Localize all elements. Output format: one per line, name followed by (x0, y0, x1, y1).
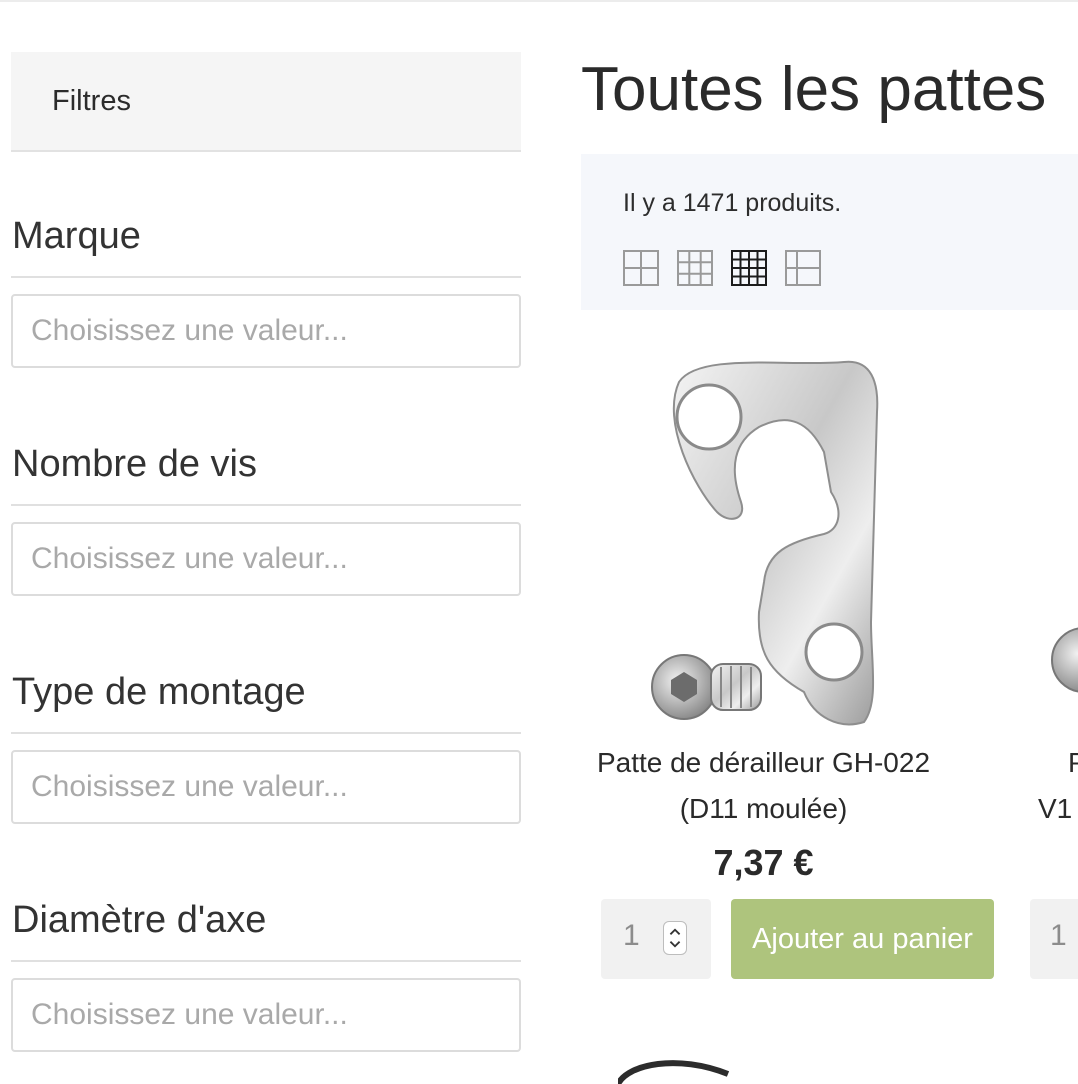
derailleur-hanger-image[interactable] (639, 342, 899, 732)
facet-diametre-axe: Diamètre d'axe Choisissez une valeur... (11, 898, 521, 1052)
products-toolbar: Il y a 1471 produits. (581, 154, 1078, 310)
type-de-montage-select[interactable]: Choisissez une valeur... (11, 750, 521, 824)
facet-title: Marque (11, 214, 521, 278)
product-price: 7,37 € (713, 842, 814, 883)
product-count: Il y a 1471 produits. (623, 189, 842, 217)
product-card: Patte de dérailleur GH-022 (D11 moulée) … (581, 330, 994, 990)
quantity-stepper[interactable]: 1 (601, 899, 711, 979)
quantity-stepper[interactable]: 1 (1030, 899, 1078, 979)
quantity-value[interactable]: 1 (623, 919, 640, 953)
list-icon[interactable] (785, 250, 821, 286)
spinner-arrows-icon[interactable] (663, 921, 687, 955)
page-title: Toutes les pattes (581, 55, 1047, 124)
filters-header: Filtres (11, 52, 521, 152)
facet-title: Type de montage (11, 670, 521, 734)
top-divider (0, 0, 1078, 2)
facet-marque: Marque Choisissez une valeur... (11, 214, 521, 368)
product-image[interactable] (1042, 620, 1078, 700)
facet-type-de-montage: Type de montage Choisissez une valeur... (11, 670, 521, 824)
product-card: P V1 1 (1010, 330, 1078, 990)
nombre-de-vis-select[interactable]: Choisissez une valeur... (11, 522, 521, 596)
diametre-axe-select[interactable]: Choisissez une valeur... (11, 978, 521, 1052)
facet-title: Nombre de vis (11, 442, 521, 506)
grid-4-icon[interactable] (731, 250, 767, 286)
grid-2-icon[interactable] (623, 250, 659, 286)
next-product-image (618, 1060, 730, 1084)
product-title[interactable]: P V1 (1038, 740, 1078, 832)
bolt (651, 654, 762, 720)
quantity-value[interactable]: 1 (1050, 919, 1067, 953)
add-to-cart-button[interactable]: Ajouter au panier (731, 899, 994, 979)
facet-nombre-de-vis: Nombre de vis Choisissez une valeur... (11, 442, 521, 596)
product-title[interactable]: Patte de dérailleur GH-022 (D11 moulée) (581, 740, 946, 832)
filters-title: Filtres (52, 84, 131, 117)
grid-3-icon[interactable] (677, 250, 713, 286)
view-mode-toggles (623, 250, 821, 286)
marque-select[interactable]: Choisissez une valeur... (11, 294, 521, 368)
facet-title: Diamètre d'axe (11, 898, 521, 962)
